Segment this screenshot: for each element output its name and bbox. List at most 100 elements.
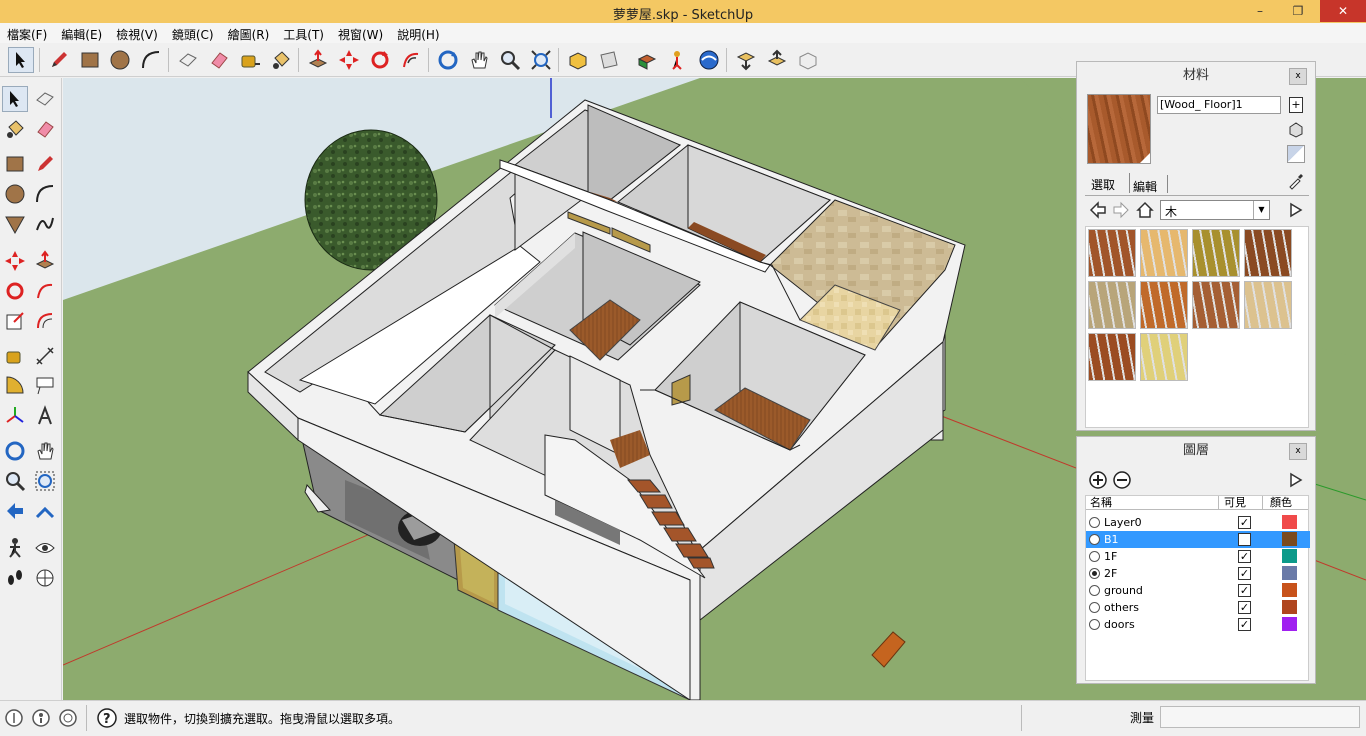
menu-camera[interactable]: 鏡頭(C) [165,23,221,43]
home-icon[interactable] [1136,201,1154,219]
menu-tools[interactable]: 工具(T) [276,23,331,43]
freehand-icon[interactable] [32,211,58,237]
material-swatch[interactable] [1140,333,1188,381]
active-layer-radio[interactable] [1089,568,1100,579]
layer-row[interactable]: ground ✓ [1086,582,1310,599]
3d-text-icon[interactable] [32,403,58,429]
circle-icon[interactable] [107,47,133,73]
scale-icon[interactable] [2,308,28,334]
zoom-icon[interactable] [497,47,523,73]
default-material-icon[interactable] [1287,145,1305,163]
active-layer-radio[interactable] [1089,602,1100,613]
layer-visible-checkbox[interactable]: ✓ [1238,584,1251,597]
layer-row[interactable]: 2F ✓ [1086,565,1310,582]
layer-details-arrow-icon[interactable] [1287,471,1305,489]
material-swatch[interactable] [1088,281,1136,329]
layer-color-swatch[interactable] [1282,515,1297,529]
layer-row[interactable]: others ✓ [1086,599,1310,616]
rectangle-icon[interactable] [77,47,103,73]
close-button[interactable]: ✕ [1320,0,1366,22]
follow-me-icon[interactable] [32,278,58,304]
materials-close-button[interactable]: x [1289,68,1307,85]
protractor-icon[interactable] [2,373,28,399]
remove-layer-icon[interactable] [1113,471,1131,489]
layer-color-swatch[interactable] [1282,600,1297,614]
position-camera-icon[interactable] [665,47,691,73]
follow-me-icon[interactable] [398,47,424,73]
collection-dropdown[interactable]: 木 ▼ [1160,200,1270,220]
pencil-icon[interactable] [46,47,72,73]
offset-icon[interactable] [32,308,58,334]
active-layer-radio[interactable] [1089,517,1100,528]
arc-icon[interactable] [138,47,164,73]
material-swatch[interactable] [1192,281,1240,329]
layer-row[interactable]: doors ✓ [1086,616,1310,633]
tab-select[interactable]: 選取 [1091,176,1115,193]
push-pull-icon[interactable] [32,248,58,274]
menu-file[interactable]: 檔案(F) [0,23,54,43]
make-component-icon[interactable] [32,86,58,112]
zoom-extents-icon[interactable] [528,47,554,73]
maximize-button[interactable]: ❐ [1284,0,1312,22]
material-swatch[interactable] [1088,229,1136,277]
material-swatch[interactable] [1140,281,1188,329]
material-swatch[interactable] [1088,333,1136,381]
eraser-icon[interactable] [206,47,232,73]
3d-warehouse-icon[interactable] [565,47,591,73]
credits-status-icon[interactable] [31,708,51,728]
zoom-icon[interactable] [2,468,28,494]
minimize-button[interactable]: – [1246,0,1274,22]
details-arrow-icon[interactable] [1287,201,1305,219]
layer-row[interactable]: Layer0 ✓ [1086,514,1310,531]
layer-visible-checkbox[interactable]: ✓ [1238,550,1251,563]
layer-color-swatch[interactable] [1282,583,1297,597]
layer-visible-checkbox[interactable]: ✓ [1238,618,1251,631]
orbit-icon[interactable] [435,47,461,73]
layer-color-swatch[interactable] [1282,532,1297,546]
layer-visible-checkbox[interactable]: ✓ [1238,601,1251,614]
active-layer-radio[interactable] [1089,619,1100,630]
forward-arrow-icon[interactable] [1112,201,1130,219]
eraser-icon[interactable] [32,116,58,142]
rectangle-icon[interactable] [2,151,28,177]
layer-color-swatch[interactable] [1282,617,1297,631]
rotate-icon[interactable] [2,278,28,304]
circle-icon[interactable] [2,181,28,207]
measure-input[interactable] [1160,706,1360,728]
column-name[interactable]: 名稱 [1090,496,1112,509]
share-component-icon[interactable] [795,47,821,73]
dimension-icon[interactable] [32,343,58,369]
geolocation-status-icon[interactable] [4,708,24,728]
share-model-icon[interactable] [596,47,622,73]
select-tool-icon[interactable] [2,86,28,112]
layers-close-button[interactable]: x [1289,443,1307,460]
material-swatch[interactable] [1140,229,1188,277]
material-name-field[interactable]: [Wood_ Floor]1 [1157,96,1281,114]
menu-draw[interactable]: 繪圖(R) [221,23,277,43]
material-swatch[interactable] [1192,229,1240,277]
walk-icon[interactable] [2,535,28,561]
back-arrow-icon[interactable] [1089,201,1107,219]
upload-model-icon[interactable] [764,47,790,73]
pencil-icon[interactable] [32,151,58,177]
orbit-icon[interactable] [2,438,28,464]
zoom-window-icon[interactable] [32,468,58,494]
pan-hand-icon[interactable] [32,438,58,464]
extension-warehouse-icon[interactable] [634,47,660,73]
move-icon[interactable] [336,47,362,73]
rotate-icon[interactable] [367,47,393,73]
menu-help[interactable]: 說明(H) [390,23,446,43]
text-icon[interactable] [32,373,58,399]
paint-bucket-icon[interactable] [268,47,294,73]
active-layer-radio[interactable] [1089,534,1100,545]
layer-row[interactable]: B1 [1086,531,1310,548]
section-plane-icon[interactable] [32,565,58,591]
tape-measure-icon[interactable] [2,343,28,369]
user-status-icon[interactable] [58,708,78,728]
tab-edit[interactable]: 編輯 [1133,178,1157,195]
active-layer-radio[interactable] [1089,585,1100,596]
eyedropper-icon[interactable] [1287,172,1305,190]
previous-view-icon[interactable] [2,498,28,524]
look-around-icon[interactable] [32,535,58,561]
push-pull-icon[interactable] [305,47,331,73]
